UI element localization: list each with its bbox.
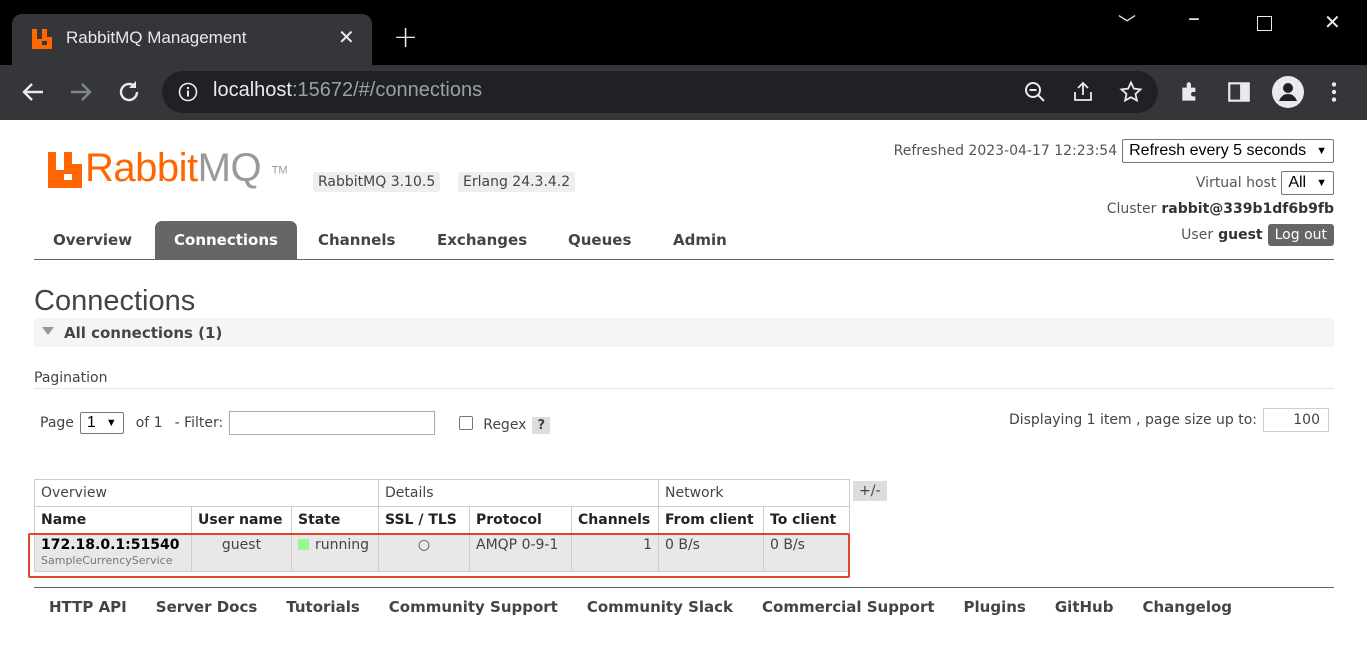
- browser-tab[interactable]: RabbitMQ Management ✕: [12, 14, 372, 65]
- rabbitmq-logo-icon: [48, 152, 82, 188]
- footer-link-changelog[interactable]: Changelog: [1127, 598, 1246, 616]
- section-toggle[interactable]: All connections (1): [34, 318, 1334, 347]
- footer-divider: [34, 587, 1334, 588]
- col-ssl-tls[interactable]: SSL / TLS: [378, 506, 470, 534]
- minimize-icon[interactable]: –: [1188, 4, 1200, 32]
- page-title: Connections: [34, 285, 196, 317]
- col-protocol[interactable]: Protocol: [469, 506, 572, 534]
- forward-arrow-icon[interactable]: [67, 78, 95, 106]
- col-state[interactable]: State: [291, 506, 379, 534]
- maximize-icon[interactable]: [1257, 16, 1272, 31]
- col-channels[interactable]: Channels: [571, 506, 659, 534]
- chevron-down-icon[interactable]: ﹀: [1118, 10, 1136, 36]
- profile-icon[interactable]: [1271, 75, 1305, 109]
- col-to-client[interactable]: To client: [763, 506, 850, 534]
- page-count: of 1: [135, 415, 163, 431]
- regex-checkbox[interactable]: [459, 416, 474, 430]
- chevron-down-icon: ▼: [1316, 177, 1327, 189]
- rabbitmq-logo: RabbitMQ TM: [85, 146, 288, 190]
- reload-icon[interactable]: [115, 78, 143, 106]
- tab-overview[interactable]: Overview: [34, 221, 151, 259]
- browser-tab-strip: RabbitMQ Management ✕ + ﹀ – ✕: [0, 0, 1367, 65]
- chevron-down-icon: ▼: [105, 417, 117, 429]
- filter-input[interactable]: [229, 411, 436, 435]
- refresh-select[interactable]: Refresh every 5 seconds ▼: [1122, 139, 1334, 163]
- regex-label: Regex: [483, 417, 527, 433]
- star-icon[interactable]: [1119, 80, 1143, 104]
- close-icon[interactable]: ✕: [338, 25, 355, 49]
- tab-title: RabbitMQ Management: [66, 28, 247, 47]
- version-badge: RabbitMQ 3.10.5: [313, 172, 441, 192]
- footer-link-http-api[interactable]: HTTP API: [34, 598, 141, 616]
- url-text[interactable]: localhost:15672/#/connections: [213, 79, 482, 102]
- page-label: Page: [40, 415, 74, 431]
- close-window-icon[interactable]: ✕: [1324, 10, 1341, 34]
- tab-admin[interactable]: Admin: [654, 221, 746, 259]
- section-title: All connections (1): [64, 324, 223, 342]
- share-icon[interactable]: [1071, 80, 1095, 104]
- page-select[interactable]: 1 ▼: [79, 412, 124, 434]
- regex-help-button[interactable]: ?: [532, 416, 551, 434]
- main-nav: Overview Connections Channels Exchanges …: [34, 221, 1334, 260]
- browser-toolbar: localhost:15672/#/connections: [0, 65, 1367, 120]
- footer-link-plugins[interactable]: Plugins: [949, 598, 1040, 616]
- refreshed-text: Refreshed 2023-04-17 12:23:54: [893, 143, 1118, 159]
- group-network: Network: [658, 479, 850, 507]
- group-details: Details: [378, 479, 659, 507]
- zoom-out-icon[interactable]: [1023, 80, 1047, 104]
- display-text: Displaying 1 item , page size up to:: [1008, 412, 1257, 428]
- col-user-name[interactable]: User name: [191, 506, 292, 534]
- column-toggle-button[interactable]: +/-: [853, 481, 887, 501]
- cluster-label: Cluster: [1106, 201, 1157, 217]
- footer-links: HTTP API Server Docs Tutorials Community…: [34, 598, 1246, 616]
- page-size-input[interactable]: 100: [1263, 408, 1329, 432]
- address-bar[interactable]: localhost:15672/#/connections: [162, 71, 1158, 113]
- sidepanel-icon[interactable]: [1226, 79, 1252, 105]
- tab-channels[interactable]: Channels: [299, 221, 414, 259]
- footer-link-server-docs[interactable]: Server Docs: [141, 598, 272, 616]
- tab-connections[interactable]: Connections: [155, 221, 297, 259]
- pager: Page 1 ▼ of 1 - Filter: Regex ?: [40, 411, 551, 435]
- erlang-badge: Erlang 24.3.4.2: [458, 172, 576, 192]
- cluster-name: rabbit@339b1df6b9fb: [1161, 201, 1334, 217]
- divider: [34, 388, 1334, 389]
- group-overview: Overview: [34, 479, 379, 507]
- row-highlight-box: [28, 533, 850, 578]
- footer-link-tutorials[interactable]: Tutorials: [271, 598, 373, 616]
- kebab-menu-icon[interactable]: [1321, 79, 1347, 105]
- chevron-down-icon: ▼: [1316, 145, 1327, 157]
- triangle-down-icon: [42, 327, 54, 335]
- tab-queues[interactable]: Queues: [549, 221, 650, 259]
- footer-link-github[interactable]: GitHub: [1040, 598, 1128, 616]
- footer-link-community-support[interactable]: Community Support: [374, 598, 572, 616]
- filter-label: - Filter:: [174, 415, 224, 431]
- vhost-select[interactable]: All ▼: [1281, 171, 1334, 195]
- plus-icon[interactable]: +: [393, 23, 418, 53]
- col-from-client[interactable]: From client: [658, 506, 764, 534]
- info-icon[interactable]: [178, 82, 198, 102]
- footer-link-commercial-support[interactable]: Commercial Support: [747, 598, 949, 616]
- extensions-icon[interactable]: [1178, 79, 1204, 105]
- display-info: Displaying 1 item , page size up to: 100: [1009, 408, 1329, 432]
- pagination-label: Pagination: [34, 370, 108, 386]
- footer-link-community-slack[interactable]: Community Slack: [572, 598, 747, 616]
- vhost-label: Virtual host: [1195, 175, 1277, 191]
- back-arrow-icon[interactable]: [19, 78, 47, 106]
- col-name[interactable]: Name: [34, 506, 192, 534]
- rabbitmq-favicon: [32, 29, 52, 49]
- tab-exchanges[interactable]: Exchanges: [418, 221, 546, 259]
